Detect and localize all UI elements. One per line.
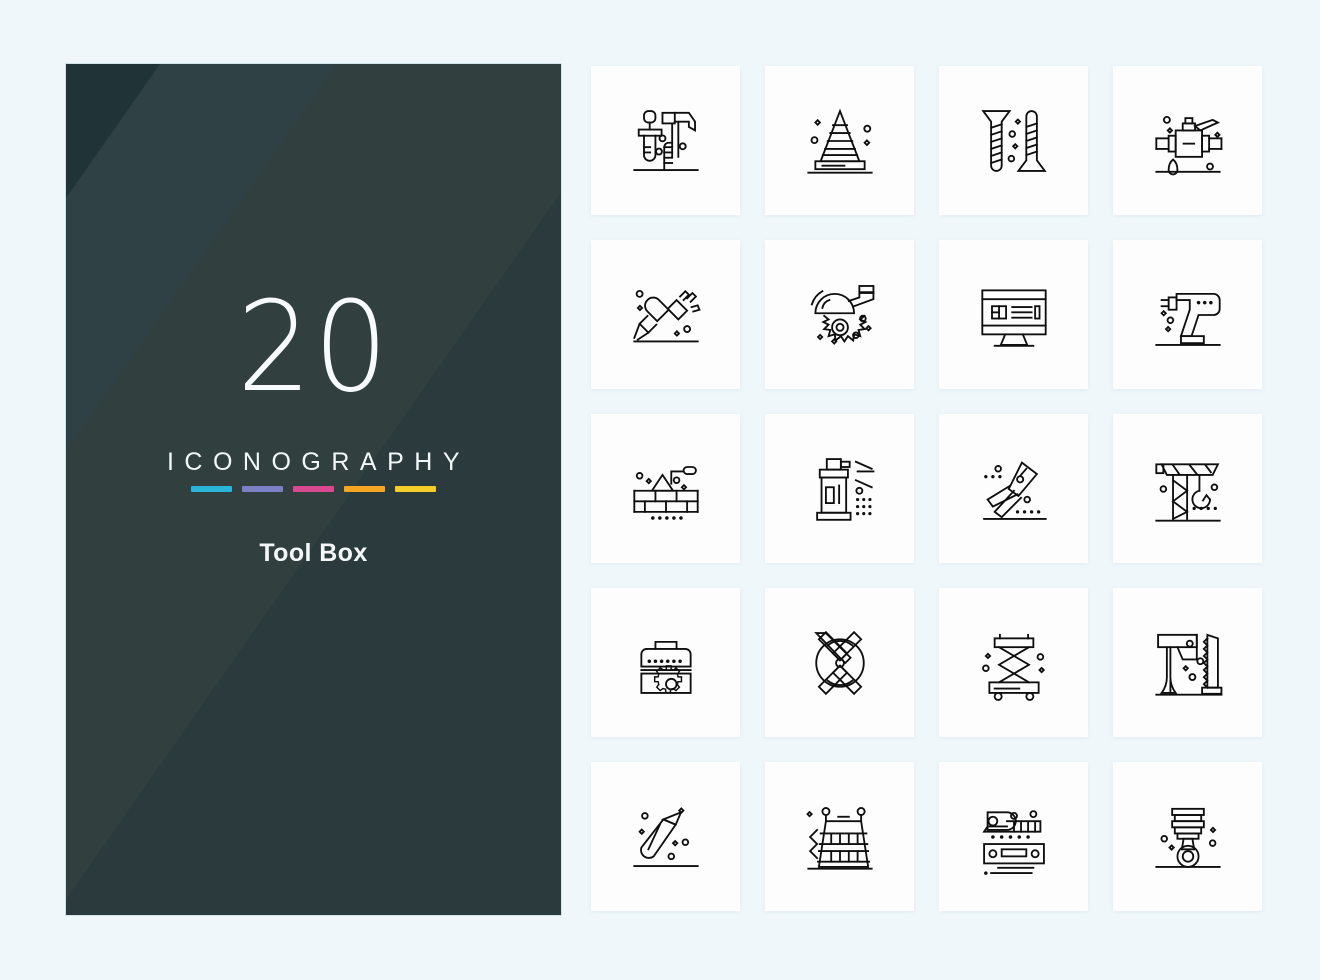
icon-card-traffic-cone[interactable]	[765, 66, 914, 215]
icon-card-tower-crane[interactable]	[1113, 414, 1262, 563]
road-barrier-icon	[805, 806, 873, 870]
traffic-cone-icon	[806, 108, 873, 174]
piston-icon	[1154, 807, 1221, 868]
icon-card-lug-wrench[interactable]	[765, 588, 914, 737]
paint-brush-icon	[632, 289, 701, 342]
icon-card-spray-can[interactable]	[765, 414, 914, 563]
tape-measure-icon	[981, 809, 1045, 875]
axe-saw-icon	[1154, 633, 1222, 696]
icon-card-paint-brush[interactable]	[591, 240, 740, 389]
poster-page: 20 ICONOGRAPHY Tool Box	[0, 0, 1320, 980]
cover-panel: 20 ICONOGRAPHY Tool Box	[66, 64, 561, 915]
icon-grid	[591, 66, 1262, 911]
lug-wrench-icon	[813, 630, 865, 695]
pipe-valve-icon	[1154, 115, 1222, 175]
icon-card-axe-saw[interactable]	[1113, 588, 1262, 737]
scissor-lift-icon	[981, 633, 1045, 701]
icon-card-piston[interactable]	[1113, 762, 1262, 911]
tower-crane-icon	[1154, 462, 1221, 522]
trowel-brick-wall-icon	[632, 465, 699, 520]
adjustable-wrench-icon	[632, 806, 699, 867]
pliers-icon	[982, 460, 1047, 520]
icon-card-power-drill[interactable]	[1113, 240, 1262, 389]
power-drill-icon	[1154, 292, 1221, 346]
icon-card-toolbox-gear[interactable]	[591, 588, 740, 737]
spray-can-icon	[815, 457, 874, 521]
accent-color-bars	[191, 485, 436, 492]
icon-card-circular-saw[interactable]	[765, 240, 914, 389]
icon-count: 20	[236, 275, 391, 420]
circular-saw-icon	[810, 284, 874, 345]
hand-tools-icon	[632, 109, 699, 171]
icon-card-screws[interactable]	[939, 66, 1088, 215]
icon-card-scissor-lift[interactable]	[939, 588, 1088, 737]
toolbox-gear-icon	[639, 640, 692, 694]
accent-bar-4	[344, 485, 385, 492]
icon-card-pipe-valve[interactable]	[1113, 66, 1262, 215]
cover-subtitle: Tool Box	[259, 538, 368, 567]
icon-card-pliers[interactable]	[939, 414, 1088, 563]
icon-card-road-barrier[interactable]	[765, 762, 914, 911]
accent-bar-1	[191, 485, 232, 492]
icon-card-adjustable-wrench[interactable]	[591, 762, 740, 911]
icon-card-monitor-blueprint[interactable]	[939, 240, 1088, 389]
cover-heading: ICONOGRAPHY	[166, 447, 471, 476]
monitor-blueprint-icon	[980, 288, 1047, 347]
icon-card-trowel-brick-wall[interactable]	[591, 414, 740, 563]
accent-bar-2	[242, 485, 283, 492]
accent-bar-5	[395, 485, 436, 492]
screws-icon	[980, 109, 1047, 172]
accent-bar-3	[293, 485, 334, 492]
icon-card-hand-tools[interactable]	[591, 66, 740, 215]
icon-card-tape-measure[interactable]	[939, 762, 1088, 911]
